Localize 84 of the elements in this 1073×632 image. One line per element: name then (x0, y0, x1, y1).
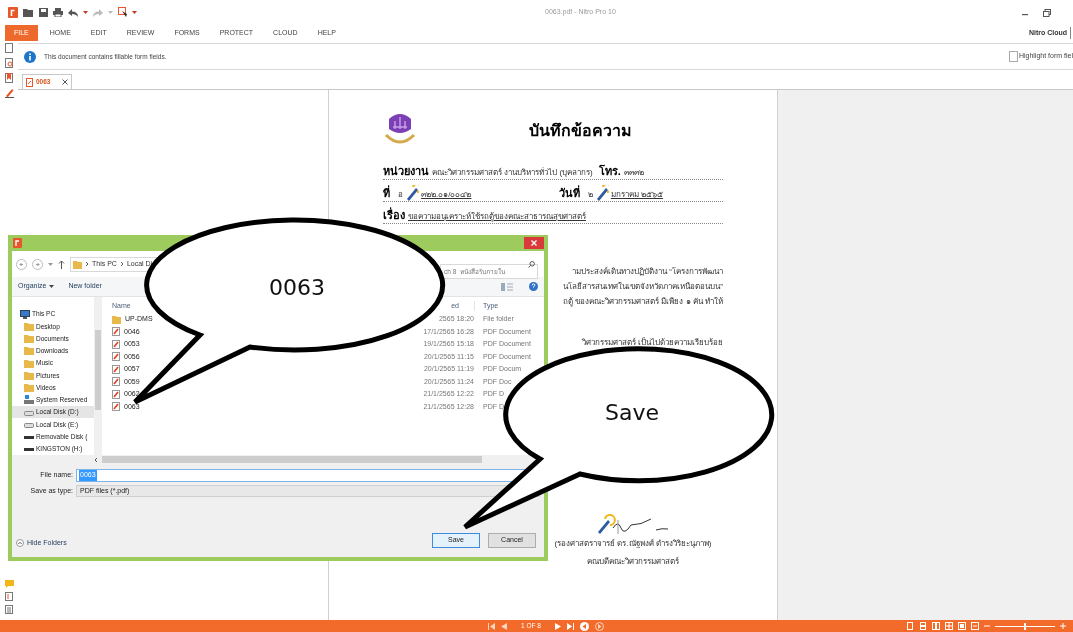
field-label: หน่วยงาน (383, 163, 429, 179)
page-search-icon[interactable] (4, 58, 14, 68)
field-value: อ (398, 189, 403, 201)
callout-text: Save (605, 400, 659, 425)
scrollbar[interactable] (94, 297, 102, 455)
signatory-name: (รองศาสตราจารย์ ดร.ณัฐพงศ์ ดำรงวิริยะนุภาพ) (554, 538, 712, 550)
fit-page-icon[interactable] (958, 622, 966, 630)
app-logo (13, 238, 22, 248)
comment-icon[interactable] (4, 580, 14, 588)
pdf-file-icon (112, 364, 120, 374)
signatory-position: คณบดีคณะวิศวกรรมศาสตร์ (587, 556, 679, 568)
fit-width-icon[interactable] (971, 622, 979, 630)
save-icon[interactable] (39, 8, 48, 17)
page-icon[interactable] (5, 43, 13, 53)
chevron-icon (85, 261, 89, 267)
forward-icon[interactable] (594, 621, 604, 631)
pen-icon (405, 185, 419, 201)
field-value: ๒ (587, 189, 593, 201)
search-icon[interactable] (528, 260, 535, 268)
body-text-line: ามประสงค์เดินทางปฏิบัติงาน “โครงการพัฒนา (572, 266, 723, 278)
field-label: เรื่อง (383, 206, 405, 223)
callout-text: 0063 (269, 275, 325, 300)
checkbox[interactable] (1008, 51, 1018, 62)
field-value: ๓๓๓๒ (623, 167, 645, 179)
app-logo (8, 7, 18, 18)
folder-icon (112, 314, 121, 324)
continuous-page-icon[interactable] (919, 622, 927, 630)
folder-icon (73, 259, 82, 269)
grid-pages-icon[interactable] (945, 622, 953, 630)
field-label: วันที่ (558, 184, 580, 201)
body-text-line: นโลยีสารสนเทศในเขตจังหวัดภาคเหนือตอนบน” (563, 281, 723, 293)
printer-icon[interactable] (53, 8, 63, 17)
back-icon[interactable] (579, 621, 589, 631)
folder-icon[interactable] (23, 8, 34, 17)
close-button[interactable] (524, 237, 544, 249)
field-value: มกราคม ๒๕๖๕ (610, 189, 664, 201)
chevron-icon[interactable] (94, 456, 98, 463)
field-label: โทร. (598, 163, 621, 179)
field-value: คณะวิศวกรรมศาสตร์ งานบริหารทั่วไป (บุคลากร) (432, 167, 593, 179)
field-value: ๓๒๒.๐๑/๐๐๔๒ (421, 189, 472, 201)
restore-icon[interactable] (1043, 8, 1051, 17)
attachment-icon[interactable] (5, 592, 13, 601)
caret-icon[interactable] (48, 262, 53, 266)
first-page-icon[interactable] (488, 622, 495, 630)
view-options-icon[interactable] (501, 282, 515, 291)
pdf-file-icon (112, 402, 120, 412)
single-page-icon[interactable] (906, 622, 914, 630)
drive-icon (24, 395, 34, 405)
info-icon (24, 50, 36, 63)
close-icon[interactable] (62, 79, 69, 85)
signature-pen-icon[interactable] (4, 88, 14, 98)
forward-icon[interactable] (32, 258, 43, 270)
next-page-icon[interactable] (554, 622, 561, 630)
facing-pages-icon[interactable] (932, 622, 940, 630)
pdf-file-icon (112, 389, 120, 399)
undo-icon[interactable] (68, 8, 78, 17)
back-icon[interactable] (16, 258, 27, 270)
select-tool-icon[interactable] (118, 7, 127, 18)
help-icon[interactable] (529, 282, 538, 291)
zoom-in-icon[interactable] (1060, 623, 1066, 629)
field-label: ที่ (383, 184, 390, 201)
caret-icon[interactable] (132, 11, 137, 14)
body-text-line: วิศวกรรมศาสตร์ เป็นไปด้วยความเรียบร้อย (581, 336, 723, 349)
field-value: ขอความอนุเคราะห์ใช้รถตู้ของคณะสาธารณสุขศาสตร์ (408, 211, 586, 223)
caret-icon (49, 285, 55, 288)
previous-page-icon[interactable] (501, 622, 507, 630)
bookmark-icon[interactable] (5, 73, 13, 83)
collapse-icon[interactable] (16, 539, 24, 548)
last-page-icon[interactable] (566, 622, 574, 630)
up-arrow-icon[interactable] (58, 259, 65, 269)
pdf-file-icon (112, 327, 120, 337)
pdf-file-icon (26, 77, 33, 87)
zoom-out-icon[interactable] (984, 623, 990, 629)
pen-icon (594, 185, 609, 201)
chevron-icon (119, 261, 124, 267)
document-heading: บันทึกข้อความ (527, 121, 633, 141)
layers-icon[interactable] (5, 605, 13, 614)
pdf-file-icon (112, 339, 120, 349)
pdf-file-icon (112, 377, 120, 387)
body-text-line: ถตู้ ของคณะวิศวกรรมศาสตร์ มีเพียง ๑ คัน ทำให้ (562, 296, 723, 309)
pdf-file-icon (112, 352, 120, 362)
computer-icon (20, 309, 30, 319)
caret-icon[interactable] (83, 11, 88, 14)
redo-icon[interactable] (93, 8, 103, 17)
